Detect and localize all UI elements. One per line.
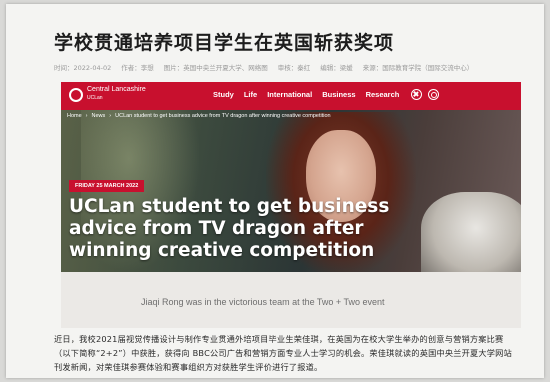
nav-item-business[interactable]: Business [322, 90, 355, 99]
site-nav-bar: Central Lancashire UCLan Study Life Inte… [61, 82, 521, 110]
logo-icon [69, 88, 83, 102]
photographed-page: 学校贯通培养项目学生在英国斩获奖项 时间：2022-04-02 作者：李想 图片… [6, 4, 544, 378]
portrait-coat [421, 192, 521, 272]
logo-sub: UCLan [87, 95, 103, 101]
nav-menu: Study Life International Business Resear… [213, 90, 399, 99]
site-logo[interactable]: Central Lancashire UCLan [87, 86, 146, 102]
meta-reviewer: 审核：秦红 [277, 64, 311, 72]
meta-editor: 编辑：梁媛 [320, 64, 353, 72]
hero-image: Home › News › UCLan student to get busin… [61, 110, 521, 272]
breadcrumb-home[interactable]: Home [67, 113, 82, 119]
meta-images: 图片：英国中央兰开夏大学、网络图 [163, 64, 268, 72]
nav-item-life[interactable]: Life [244, 90, 257, 99]
breadcrumb-news[interactable]: News [92, 113, 106, 119]
breadcrumb-separator: › [109, 113, 112, 119]
meta-author: 作者：李想 [121, 64, 154, 72]
logo-name: Central Lancashire [87, 86, 146, 93]
meta-source: 来源：国际教育学院（国际交流中心） [362, 64, 474, 72]
nav-item-research[interactable]: Research [366, 90, 400, 99]
embedded-news-screenshot: Central Lancashire UCLan Study Life Inte… [61, 82, 521, 328]
nav-item-study[interactable]: Study [213, 90, 234, 99]
image-caption: Jiaqi Rong was in the victorious team at… [141, 297, 385, 307]
page-title: 学校贯通培养项目学生在英国斩获奖项 [54, 32, 395, 54]
meta-time: 时间：2022-04-02 [54, 64, 112, 72]
article-body: 近日，我校2021届视觉传播设计与制作专业贯通外培项目毕业生荣佳琪，在英国为在校… [54, 334, 512, 372]
breadcrumb: Home › News › UCLan student to get busin… [67, 113, 331, 119]
breadcrumb-current: UCLan student to get business advice fro… [115, 113, 331, 119]
search-icon[interactable] [428, 89, 439, 100]
nav-icons [411, 89, 439, 100]
nav-item-international[interactable]: International [267, 90, 312, 99]
article-meta: 时间：2022-04-02 作者：李想 图片：英国中央兰开夏大学、网络图 审核：… [54, 62, 473, 72]
close-icon[interactable] [411, 89, 422, 100]
date-badge: FRIDAY 25 MARCH 2022 [69, 180, 145, 192]
news-title: UCLan student to get business advice fro… [69, 196, 390, 261]
breadcrumb-separator: › [85, 113, 88, 119]
